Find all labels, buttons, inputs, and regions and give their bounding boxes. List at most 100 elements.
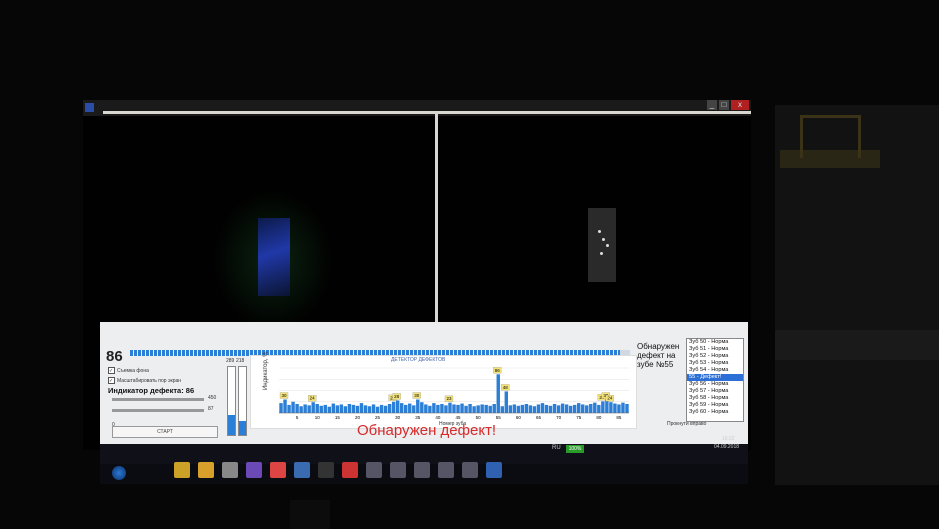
chart-bar bbox=[331, 403, 336, 413]
chart-x-tick-label: 50 bbox=[476, 415, 482, 420]
left-camera-view bbox=[258, 218, 290, 296]
gauge-1 bbox=[227, 366, 236, 436]
chart-x-tick-label: 5 bbox=[296, 415, 299, 420]
chart-x-tick-label: 25 bbox=[375, 415, 381, 420]
chart-data-label: 86 bbox=[495, 368, 501, 373]
chart-bar bbox=[581, 404, 585, 413]
chart-bar bbox=[444, 405, 448, 413]
chart-bar bbox=[552, 404, 557, 413]
chrome-icon[interactable] bbox=[270, 462, 286, 478]
scroll-link[interactable]: Прокнути вправо bbox=[667, 421, 706, 427]
window-icon[interactable] bbox=[438, 462, 454, 478]
chart-x-tick-label: 60 bbox=[516, 415, 522, 420]
chart-bar bbox=[428, 405, 432, 413]
chart-x-tick-label: 55 bbox=[496, 415, 502, 420]
chart-bar bbox=[556, 405, 561, 413]
checkbox-icon[interactable]: ✓ bbox=[108, 377, 115, 384]
minimize-button[interactable]: _ bbox=[707, 100, 717, 110]
chart-bar bbox=[279, 403, 283, 413]
chart-data-label: 24 bbox=[607, 396, 613, 401]
checkbox-icon[interactable]: ✓ bbox=[108, 367, 115, 374]
detection-message: Обнаружен дефект на зубе №55 bbox=[637, 342, 680, 369]
window-icon[interactable] bbox=[414, 462, 430, 478]
chart-bar bbox=[432, 403, 436, 413]
window-icon[interactable] bbox=[462, 462, 478, 478]
teeth-list-item[interactable]: Зуб 53 - Норма bbox=[687, 360, 743, 367]
teeth-list-item[interactable]: Зуб 50 - Норма bbox=[687, 339, 743, 346]
chart-bar bbox=[568, 405, 573, 413]
teeth-list-item[interactable]: Зуб 60 - Норма bbox=[687, 409, 743, 416]
chart-x-tick-label: 85 bbox=[616, 415, 622, 420]
window-icon[interactable] bbox=[366, 462, 382, 478]
chart-bar bbox=[589, 404, 593, 413]
chart-bar bbox=[383, 405, 388, 413]
window-icon[interactable] bbox=[390, 462, 406, 478]
clock-date[interactable]: 04.09.2018 bbox=[714, 444, 739, 450]
app-icon[interactable] bbox=[222, 462, 238, 478]
teeth-status-list[interactable]: Зуб 50 - Норма Зуб 51 - Норма Зуб 52 - Нор… bbox=[686, 338, 744, 422]
chart-bar bbox=[564, 404, 569, 413]
chart-bar bbox=[448, 402, 452, 413]
viber-icon[interactable] bbox=[246, 462, 262, 478]
chart-bar bbox=[536, 404, 541, 413]
slider-1-value: 450 bbox=[208, 395, 217, 401]
threshold-slider-1[interactable] bbox=[112, 398, 204, 401]
media-player-icon[interactable] bbox=[198, 462, 214, 478]
chart-bar bbox=[319, 405, 323, 413]
chart-x-tick-label: 80 bbox=[596, 415, 602, 420]
checkbox-scale-screen[interactable]: ✓ Масштабировать пор экран bbox=[108, 377, 181, 384]
chart-bar bbox=[323, 404, 327, 413]
chart-bar bbox=[560, 403, 565, 413]
chart-bar bbox=[351, 404, 356, 413]
gauge-2 bbox=[238, 366, 247, 436]
chart-bar bbox=[572, 404, 577, 413]
chart-bar bbox=[303, 404, 307, 413]
checkbox-background-capture[interactable]: ✓ Съемка фона bbox=[108, 367, 149, 374]
chart-bar bbox=[540, 403, 545, 413]
clock-time[interactable]: 16:22 bbox=[722, 436, 735, 442]
gauge-2-label: 218 bbox=[236, 358, 245, 364]
teeth-list-item[interactable]: Зуб 58 - Норма bbox=[687, 395, 743, 402]
maximize-button[interactable]: □ bbox=[719, 100, 729, 110]
teeth-list-item[interactable]: Зуб 52 - Норма bbox=[687, 353, 743, 360]
start-button[interactable]: СТАРТ bbox=[112, 426, 218, 438]
chart-bar bbox=[299, 406, 303, 413]
chart-bar bbox=[335, 405, 340, 413]
teeth-list-item[interactable]: 55 - Дефект! bbox=[687, 374, 743, 381]
chart-bar bbox=[363, 405, 368, 413]
chart-bar bbox=[516, 405, 521, 413]
chart-bar bbox=[395, 400, 400, 413]
app-icon[interactable] bbox=[342, 462, 358, 478]
taskbar-upper bbox=[100, 444, 748, 464]
threshold-slider-2[interactable] bbox=[112, 409, 204, 412]
background-desk bbox=[775, 330, 939, 360]
battery-indicator[interactable]: 100% bbox=[566, 445, 584, 453]
chart-data-label: 30 bbox=[282, 393, 288, 398]
taskbar: RU 100% 16:22 04.09.2018 bbox=[100, 436, 748, 484]
chart-data-label: 23 bbox=[446, 396, 452, 401]
chart-bar bbox=[613, 403, 617, 413]
chart-bar bbox=[597, 404, 601, 413]
network-app-icon[interactable] bbox=[486, 462, 502, 478]
folder-icon[interactable] bbox=[174, 462, 190, 478]
teeth-list-item[interactable]: Зуб 57 - Норма bbox=[687, 388, 743, 395]
language-indicator[interactable]: RU bbox=[552, 445, 561, 451]
teeth-list-item[interactable]: Зуб 59 - Норма bbox=[687, 402, 743, 409]
gauge-1-label: 289 bbox=[226, 358, 235, 364]
chart-bar bbox=[621, 402, 625, 413]
chart-bar bbox=[295, 404, 299, 413]
teeth-list-item[interactable]: Зуб 51 - Норма bbox=[687, 346, 743, 353]
chart-bar bbox=[375, 406, 380, 413]
chart-bar bbox=[412, 405, 416, 413]
teeth-list-item[interactable]: Зуб 56 - Норма bbox=[687, 381, 743, 388]
teeth-list-item[interactable]: Зуб 54 - Норма bbox=[687, 367, 743, 374]
explorer-icon[interactable] bbox=[294, 462, 310, 478]
chart-bar bbox=[355, 405, 360, 413]
terminal-icon[interactable] bbox=[318, 462, 334, 478]
chart-bar bbox=[528, 405, 533, 413]
chart-bar bbox=[424, 404, 428, 413]
gauge-1-fill bbox=[228, 414, 235, 435]
chart-bar bbox=[440, 404, 444, 413]
start-button-icon[interactable] bbox=[112, 466, 126, 480]
close-button[interactable]: x bbox=[731, 100, 749, 110]
